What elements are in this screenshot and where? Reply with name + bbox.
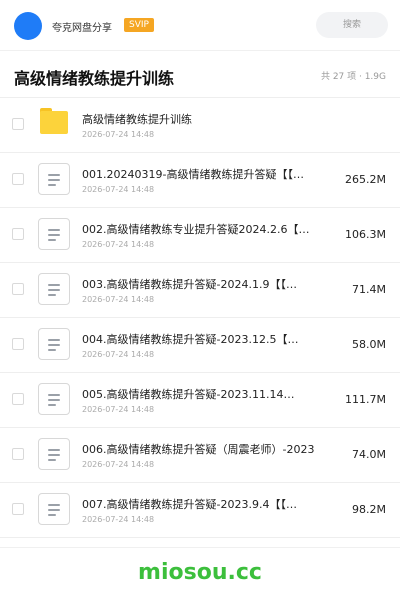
file-date: 2026-07-24 14:48 [82,350,155,359]
file-date: 2026-07-24 14:48 [82,240,155,249]
folder-header: 高级情绪教练提升训练 共 27 项 · 1.9G [0,51,400,98]
checkbox[interactable] [12,283,24,295]
file-name: 002.高级情绪教练专业提升答疑2024.2.6【… [82,223,310,236]
watermark: miosou.cc [138,560,262,585]
app-name: 夸克网盘分享 [52,23,112,34]
file-date: 2026-07-24 14:48 [82,130,155,139]
checkbox[interactable] [12,503,24,515]
file-date: 2026-07-24 14:48 [82,460,155,469]
document-icon [38,328,70,360]
folder-icon [40,108,68,134]
file-size: 58.0M [352,338,386,351]
checkbox[interactable] [12,338,24,350]
footer: miosou.cc [0,547,400,600]
checkbox[interactable] [12,393,24,405]
list-item[interactable]: 005.高级情绪教练提升答疑-2023.11.14… 2026-07-24 14… [0,373,400,428]
checkbox[interactable] [12,173,24,185]
file-size: 265.2M [345,173,386,186]
document-icon [38,493,70,525]
file-date: 2026-07-24 14:48 [82,405,155,414]
list-item[interactable]: 003.高级情绪教练提升答疑-2024.1.9【【… 2026-07-24 14… [0,263,400,318]
file-name: 高级情绪教练提升训练 [82,113,192,126]
list-item[interactable]: 高级情绪教练提升训练 2026-07-24 14:48 [0,98,400,153]
document-icon [38,218,70,250]
svip-badge: SVIP [124,18,154,32]
search-input[interactable]: 搜索 [316,12,388,38]
page-title: 高级情绪教练提升训练 [14,69,175,88]
file-list: 高级情绪教练提升训练 2026-07-24 14:48 001.20240319… [0,98,400,538]
list-item[interactable]: 002.高级情绪教练专业提升答疑2024.2.6【… 2026-07-24 14… [0,208,400,263]
checkbox[interactable] [12,228,24,240]
file-name: 006.高级情绪教练提升答疑（周震老师）-2023… [82,443,314,456]
file-size: 111.7M [345,393,386,406]
document-icon [38,383,70,415]
checkbox[interactable] [12,448,24,460]
folder-meta: 共 27 项 · 1.9G [320,72,386,82]
file-date: 2026-07-24 14:48 [82,515,155,524]
list-item[interactable]: 007.高级情绪教练提升答疑-2023.9.4【【… 2026-07-24 14… [0,483,400,538]
document-icon [38,438,70,470]
top-bar: 夸克网盘分享 SVIP 搜索 [0,0,400,51]
file-date: 2026-07-24 14:48 [82,185,155,194]
file-size: 74.0M [352,448,386,461]
file-size: 71.4M [352,283,386,296]
document-icon [38,273,70,305]
file-name: 005.高级情绪教练提升答疑-2023.11.14… [82,388,295,401]
list-item[interactable]: 001.20240319-高级情绪教练提升答疑【【… 2026-07-24 14… [0,153,400,208]
avatar[interactable] [14,12,42,40]
file-date: 2026-07-24 14:48 [82,295,155,304]
list-item[interactable]: 004.高级情绪教练提升答疑-2023.12.5【… 2026-07-24 14… [0,318,400,373]
file-size: 98.2M [352,503,386,516]
file-name: 001.20240319-高级情绪教练提升答疑【【… [82,168,304,181]
file-size: 106.3M [345,228,386,241]
checkbox[interactable] [12,118,24,130]
file-name: 007.高级情绪教练提升答疑-2023.9.4【【… [82,498,297,511]
file-name: 004.高级情绪教练提升答疑-2023.12.5【… [82,333,299,346]
file-name: 003.高级情绪教练提升答疑-2024.1.9【【… [82,278,297,291]
list-item[interactable]: 006.高级情绪教练提升答疑（周震老师）-2023… 2026-07-24 14… [0,428,400,483]
document-icon [38,163,70,195]
